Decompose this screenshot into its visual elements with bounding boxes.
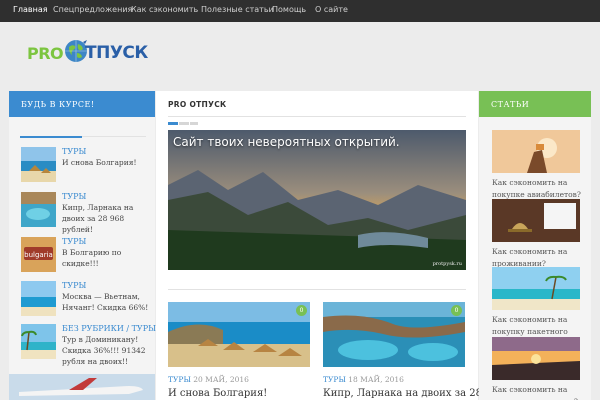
nav-useful-articles[interactable]: Полезные статьи xyxy=(201,5,274,14)
slider-caption: Сайт твоих невероятных открытий. xyxy=(173,135,400,149)
post-card-meta: ТУРЫ 18 МАЙ, 2016 xyxy=(323,375,404,384)
top-navigation: Главная Спецпредложения Как сэкономить П… xyxy=(0,0,600,22)
slider-pagination[interactable] xyxy=(168,122,198,125)
divider xyxy=(168,116,466,117)
hotel-bell-image xyxy=(492,199,580,242)
post-card-meta: ТУРЫ 20 МАЙ, 2016 xyxy=(168,375,249,384)
left-sidebar-title: БУДЬ В КУРСЕ! xyxy=(9,91,155,117)
sign-thumbnail: bulgaria xyxy=(21,237,56,272)
article-title[interactable]: Как сэкономить на покупке авиабилетов? xyxy=(492,177,584,201)
article-image[interactable] xyxy=(492,267,580,310)
pool-thumbnail xyxy=(21,192,56,227)
post-card-category[interactable]: ТУРЫ xyxy=(168,375,191,384)
nav-about[interactable]: О сайте xyxy=(315,5,348,14)
list-item-category[interactable]: ТУРЫ xyxy=(62,237,86,246)
nav-help[interactable]: Помощь xyxy=(272,5,306,14)
article-title[interactable]: Как сэкономить на местном транспорте? xyxy=(492,384,584,400)
article-image[interactable] xyxy=(492,337,580,380)
list-item-title[interactable]: Кипр, Ларнака на двоих за 28 968 рублей! xyxy=(62,202,152,235)
post-card-date: 20 МАЙ, 2016 xyxy=(193,375,249,384)
list-item-category[interactable]: ТУРЫ xyxy=(62,192,86,201)
post-card-image[interactable]: 0 xyxy=(168,302,310,367)
comment-count-badge[interactable]: 0 xyxy=(296,305,307,316)
resort-pool-image xyxy=(323,302,465,367)
logo-text-pro: PRO xyxy=(27,44,64,63)
tropical-beach-image xyxy=(492,267,580,310)
nav-special-offers[interactable]: Спецпредложения xyxy=(53,5,132,14)
post-card-title[interactable]: Кипр, Ларнака на двоих за 28 968 xyxy=(323,388,504,399)
comment-count-badge[interactable]: 0 xyxy=(451,305,462,316)
list-item-category[interactable]: ТУРЫ xyxy=(62,147,86,156)
divider xyxy=(168,289,466,290)
sunset-hands-image xyxy=(492,130,580,173)
list-item-category[interactable]: БЕЗ РУБРИКИ / ТУРЫ xyxy=(62,324,156,333)
post-card-date: 18 МАЙ, 2016 xyxy=(348,375,404,384)
list-item-title[interactable]: Тур в Доминикану! Скидка 36%!!! 91342 ру… xyxy=(62,334,152,367)
article-image[interactable] xyxy=(492,199,580,242)
hero-slider[interactable]: Сайт твоих невероятных открытий. protpys… xyxy=(168,130,466,270)
palm-beach-thumbnail xyxy=(21,324,56,359)
beach-umbrellas-image xyxy=(168,302,310,367)
beach-thumbnail xyxy=(21,147,56,182)
list-item-title[interactable]: Москва — Вьетнам, Нячанг! Скидка 66%! xyxy=(62,291,152,313)
left-sidebar: БУДЬ В КУРСЕ! ТУРЫ И снова Болгария! ТУР… xyxy=(9,91,156,400)
list-item-category[interactable]: ТУРЫ xyxy=(62,281,86,290)
nav-home[interactable]: Главная xyxy=(13,5,48,14)
logo-text-otpusk: ТПУСК xyxy=(85,43,148,63)
post-card-category[interactable]: ТУРЫ xyxy=(323,375,346,384)
slider-watermark: protpysk.ru xyxy=(432,261,462,267)
mountain-landscape-image xyxy=(168,130,466,270)
article-image[interactable] xyxy=(492,130,580,173)
nav-how-to-save[interactable]: Как сэкономить xyxy=(131,5,198,14)
site-logo[interactable]: PRO ТПУСК xyxy=(27,37,152,71)
sea-thumbnail xyxy=(21,281,56,316)
right-sidebar: СТАТЬИ Как сэкономить на покупке авиабил… xyxy=(479,91,591,400)
svg-text:bulgaria: bulgaria xyxy=(24,251,53,259)
sunset-road-image xyxy=(492,337,580,380)
accent-rule xyxy=(20,136,82,138)
post-card-title[interactable]: И снова Болгария! xyxy=(168,388,267,399)
list-item-title[interactable]: И снова Болгария! xyxy=(62,157,152,168)
airplane-banner-image xyxy=(9,374,155,400)
main-content: PRO ОТПУСК Сайт твоих невероятных открыт… xyxy=(156,91,504,400)
list-item-title[interactable]: В Болгарию по скидке!!! xyxy=(62,247,152,269)
right-sidebar-title: СТАТЬИ xyxy=(479,91,591,117)
post-card-image[interactable]: 0 xyxy=(323,302,465,367)
main-section-title: PRO ОТПУСК xyxy=(168,100,227,109)
